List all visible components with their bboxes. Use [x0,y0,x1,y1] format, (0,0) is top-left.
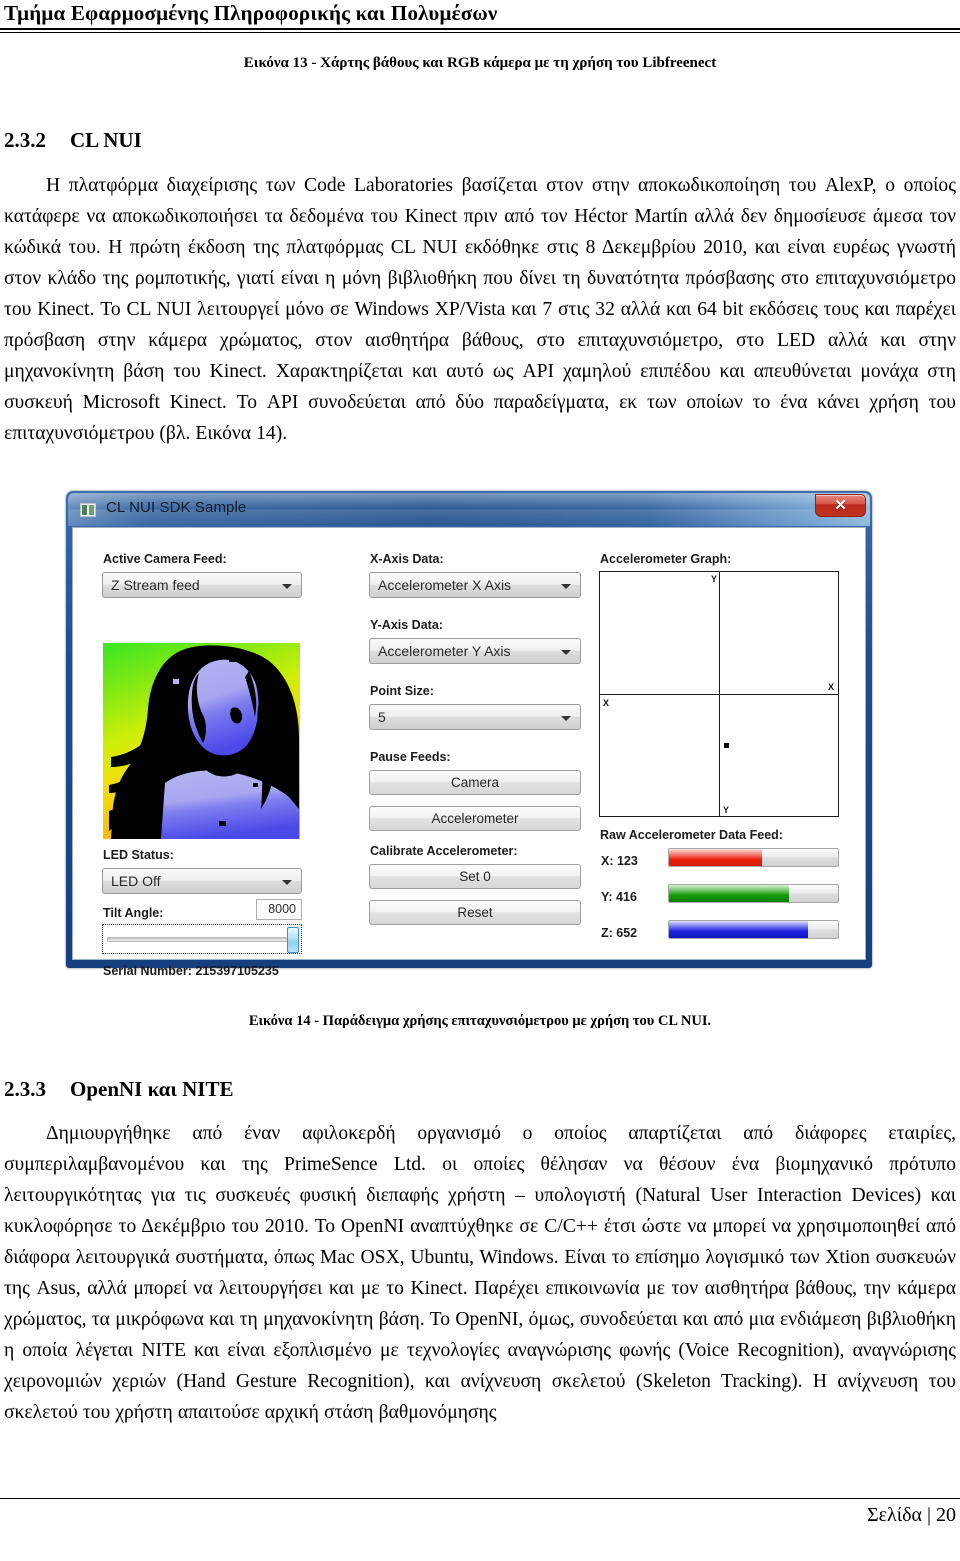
close-window-button[interactable]: ✕ [815,494,866,517]
chevron-down-icon [561,584,571,589]
depth-camera-feed-image [103,643,300,839]
cl-nui-sdk-sample-window: CL NUI SDK Sample ✕ Active Camera Feed: … [66,491,872,978]
accelerometer-graph[interactable]: Y X X Y [599,571,839,817]
pause-camera-label: Camera [450,775,499,790]
y-axis-data-select[interactable]: Accelerometer Y Axis [369,638,581,664]
graph-axis-label-right: X [827,682,834,692]
graph-axis-label-top: Y [711,574,718,584]
point-size-value: 5 [378,709,386,725]
label-raw-accelerometer-data-feed: Raw Accelerometer Data Feed: [600,828,783,842]
serial-number-text: Serial Number: 215397105235 [103,964,279,978]
raw-y-bar-fill [669,885,789,902]
chevron-down-icon [561,650,571,655]
tilt-angle-value-box: 8000 [256,899,302,920]
section-number-233: 2.3.3 [4,1077,46,1101]
label-active-camera-feed: Active Camera Feed: [103,552,227,566]
raw-x-bar-fill [669,849,762,866]
header-divider-secondary [0,32,960,33]
footer-divider [0,1498,960,1499]
header-divider [0,28,960,30]
set-zero-button[interactable]: Set 0 [369,864,581,889]
camera-feed-select[interactable]: Z Stream feed [102,572,302,598]
chevron-down-icon [282,880,292,885]
pause-accelerometer-label: Accelerometer [431,811,519,826]
label-pause-feeds: Pause Feeds: [370,750,451,764]
figure-14-caption: Εικόνα 14 - Παράδειγμα χρήσης επιταχυνσι… [248,1013,712,1029]
label-accelerometer-graph: Accelerometer Graph: [600,552,732,566]
page-number: Σελίδα | 20 [866,1504,956,1526]
section-title-232: CL NUI [70,128,142,152]
raw-z-bar [668,920,839,939]
page-header: Τμήμα Εφαρμοσμένης Πληροφορικής και Πολυ… [0,0,960,40]
label-calibrate-accelerometer: Calibrate Accelerometer: [370,844,518,858]
raw-z-label: Z: 652 [601,926,638,940]
graph-axis-label-bottom: Y [723,805,730,815]
section-232-paragraph: Η πλατφόρμα διαχείρισης των Code Laborat… [4,175,956,444]
x-axis-data-value: Accelerometer X Axis [378,577,512,593]
led-status-value: LED Off [111,873,161,889]
raw-y-label: Y: 416 [601,890,637,904]
pause-accelerometer-button[interactable]: Accelerometer [369,806,581,831]
section-number-232: 2.3.2 [4,128,46,152]
graph-data-point [723,742,729,748]
point-size-select[interactable]: 5 [369,704,581,730]
x-axis-data-select[interactable]: Accelerometer X Axis [369,572,581,598]
raw-x-bar [668,848,839,867]
pause-camera-button[interactable]: Camera [369,770,581,795]
graph-horizontal-axis [600,694,838,695]
led-status-select[interactable]: LED Off [102,868,302,894]
label-x-axis-data: X-Axis Data: [370,552,444,566]
label-led-status: LED Status: [103,848,174,862]
window-client-area: Active Camera Feed: Z Stream feed LED St… [72,527,866,978]
section-heading-232: 2.3.2 CL NUI [4,128,142,153]
section-title-233: OpenNI και NITE [70,1077,234,1101]
depth-silhouette-graphic [109,645,299,839]
application-icon [80,503,96,517]
graph-axis-label-left: X [603,698,610,708]
window-titlebar[interactable]: CL NUI SDK Sample ✕ [68,493,870,526]
tilt-slider-thumb[interactable] [287,927,299,953]
raw-x-label: X: 123 [601,854,638,868]
tilt-angle-value: 8000 [268,902,296,916]
raw-z-bar-fill [669,921,808,938]
label-tilt-angle: Tilt Angle: [103,906,164,920]
chevron-down-icon [282,584,292,589]
set-zero-label: Set 0 [459,869,491,884]
tilt-slider-track [107,937,297,942]
section-heading-233: 2.3.3 OpenNI και NITE [4,1077,234,1102]
chevron-down-icon [561,716,571,721]
window-title: CL NUI SDK Sample [106,499,247,516]
label-y-axis-data: Y-Axis Data: [370,618,443,632]
reset-label: Reset [457,905,493,920]
raw-y-bar [668,884,839,903]
tilt-angle-slider[interactable] [102,924,302,954]
section-233-paragraph: Δημιουργήθηκε από έναν αφιλοκερδή οργανι… [4,1123,956,1423]
label-point-size: Point Size: [370,684,434,698]
department-title: Τμήμα Εφαρμοσμένης Πληροφορικής και Πολυ… [4,1,498,25]
figure-13-caption: Εικόνα 13 - Χάρτης βάθους και RGB κάμερα… [243,55,717,71]
reset-button[interactable]: Reset [369,900,581,925]
y-axis-data-value: Accelerometer Y Axis [378,643,511,659]
close-icon: ✕ [834,497,847,514]
camera-feed-value: Z Stream feed [111,577,200,593]
